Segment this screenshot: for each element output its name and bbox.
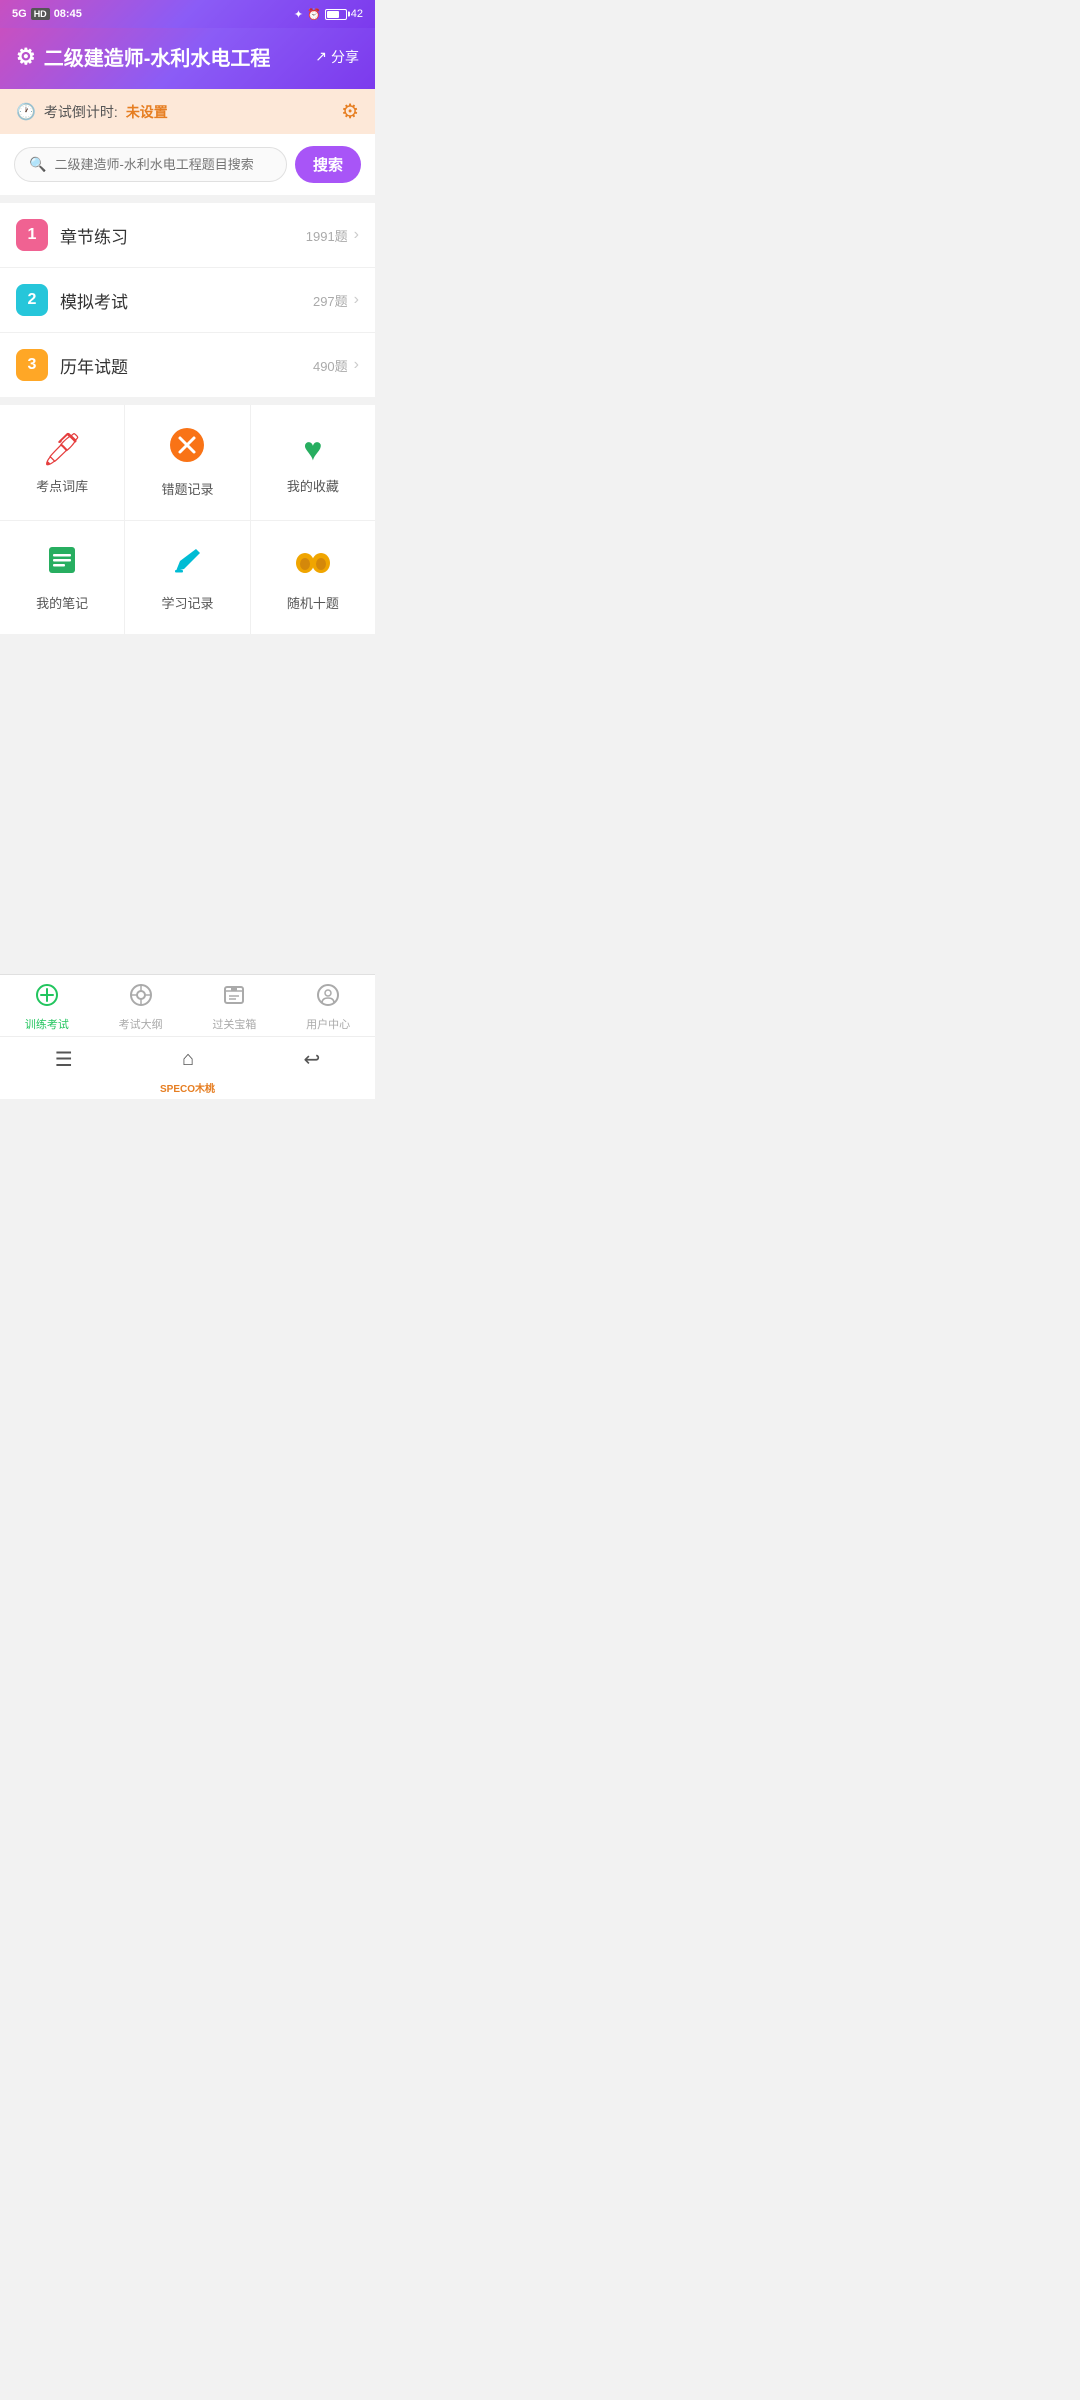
status-bar: 5G HD 08:45 ✦ ⏰ 42: [0, 0, 375, 28]
random-label: 随机十题: [287, 593, 339, 612]
brand-label: SPECO木桃: [160, 1084, 215, 1095]
pencil-tag-icon: 🖊: [42, 430, 83, 468]
countdown-label: 考试倒计时:: [44, 102, 118, 122]
grid-section: 🖊 考点词库 错题记录 ♥ 我的收藏: [0, 405, 375, 634]
nav-label-outline: 考试大纲: [119, 1016, 163, 1032]
bluetooth-icon: ✦: [294, 8, 303, 21]
status-right: ✦ ⏰ 42: [294, 8, 363, 21]
grid-cell-wrong[interactable]: 错题记录: [125, 405, 250, 520]
nav-item-user[interactable]: 用户中心: [298, 983, 358, 1032]
bottom-nav: 训练考试 考试大纲 过关宝箱: [0, 974, 375, 1036]
system-nav-bar: ☰ ⌂ ↩: [0, 1036, 375, 1078]
nav-label-train: 训练考试: [25, 1016, 69, 1032]
x-circle-icon: [169, 427, 205, 471]
search-section: 🔍 搜索: [0, 134, 375, 195]
search-button[interactable]: 搜索: [295, 146, 361, 183]
grid-cell-vocabulary[interactable]: 🖊 考点词库: [0, 405, 125, 520]
battery-icon: [325, 9, 347, 20]
home-nav-icon: [35, 983, 59, 1013]
search-input-wrap[interactable]: 🔍: [14, 147, 287, 182]
search-icon: 🔍: [29, 156, 46, 173]
list-item-chapter[interactable]: 1 章节练习 1991题 ›: [0, 203, 375, 268]
grid-cell-random[interactable]: 随机十题: [251, 521, 375, 634]
status-time: 08:45: [54, 8, 82, 20]
share-icon: ↗: [315, 48, 327, 65]
countdown-info: 🕐 考试倒计时: 未设置: [16, 102, 168, 122]
countdown-bar: 🕐 考试倒计时: 未设置 ⚙: [0, 89, 375, 134]
notes-icon: [45, 543, 79, 585]
battery-level: 42: [351, 8, 363, 20]
list-section: 1 章节练习 1991题 › 2 模拟考试 297题 › 3 历年试题 490题…: [0, 203, 375, 397]
signal-icon: 5G: [12, 8, 27, 20]
status-left: 5G HD 08:45: [12, 8, 82, 20]
study-label: 学习记录: [161, 593, 213, 612]
chevron-icon-1: ›: [354, 226, 359, 244]
clock-icon: 🕐: [16, 102, 36, 122]
wrong-label: 错题记录: [161, 479, 213, 498]
heart-icon: ♥: [303, 431, 322, 468]
grid-cell-favorites[interactable]: ♥ 我的收藏: [251, 405, 375, 520]
item-count-2: 297题: [313, 291, 348, 310]
notes-label: 我的笔记: [36, 593, 88, 612]
chevron-icon-2: ›: [354, 291, 359, 309]
empty-area: [0, 634, 375, 974]
brand-bar: SPECO木桃: [0, 1078, 375, 1099]
nav-item-treasure[interactable]: 过关宝箱: [204, 983, 264, 1032]
chevron-icon-3: ›: [354, 356, 359, 374]
header: ⚙ 二级建造师-水利水电工程 ↗ 分享: [0, 28, 375, 89]
hd-badge: HD: [31, 8, 50, 20]
search-input[interactable]: [54, 157, 272, 172]
item-title-2: 模拟考试: [60, 288, 313, 313]
item-title-3: 历年试题: [60, 353, 313, 378]
binoculars-icon: [295, 543, 331, 585]
alarm-icon: ⏰: [307, 8, 321, 21]
item-num-2: 2: [16, 284, 48, 316]
back-button[interactable]: ↩: [304, 1047, 321, 1072]
nav-label-treasure: 过关宝箱: [212, 1016, 256, 1032]
nav-label-user: 用户中心: [306, 1016, 350, 1032]
outline-nav-icon: [129, 983, 153, 1013]
nav-item-outline[interactable]: 考试大纲: [111, 983, 171, 1032]
grid-cell-notes[interactable]: 我的笔记: [0, 521, 125, 634]
user-nav-icon: [316, 983, 340, 1013]
header-title-group: ⚙ 二级建造师-水利水电工程: [16, 42, 270, 71]
share-button[interactable]: ↗ 分享: [315, 47, 359, 67]
menu-button[interactable]: ☰: [55, 1047, 73, 1072]
settings-button[interactable]: ⚙: [341, 99, 359, 124]
grid-row-2: 我的笔记 学习记录 随机十题: [0, 521, 375, 634]
vocabulary-label: 考点词库: [36, 476, 88, 495]
book-nav-icon: [222, 983, 246, 1013]
item-num-3: 3: [16, 349, 48, 381]
app-logo-icon: ⚙: [16, 44, 36, 70]
item-num-1: 1: [16, 219, 48, 251]
study-edit-icon: [170, 543, 204, 585]
countdown-value: 未设置: [126, 102, 168, 122]
item-count-3: 490题: [313, 356, 348, 375]
grid-row-1: 🖊 考点词库 错题记录 ♥ 我的收藏: [0, 405, 375, 521]
grid-cell-study[interactable]: 学习记录: [125, 521, 250, 634]
favorites-label: 我的收藏: [287, 476, 339, 495]
list-item-mock[interactable]: 2 模拟考试 297题 ›: [0, 268, 375, 333]
item-title-1: 章节练习: [60, 223, 306, 248]
home-button[interactable]: ⌂: [182, 1048, 194, 1071]
page-title: 二级建造师-水利水电工程: [44, 42, 271, 71]
item-count-1: 1991题: [306, 226, 348, 245]
nav-item-train[interactable]: 训练考试: [17, 983, 77, 1032]
list-item-history[interactable]: 3 历年试题 490题 ›: [0, 333, 375, 397]
